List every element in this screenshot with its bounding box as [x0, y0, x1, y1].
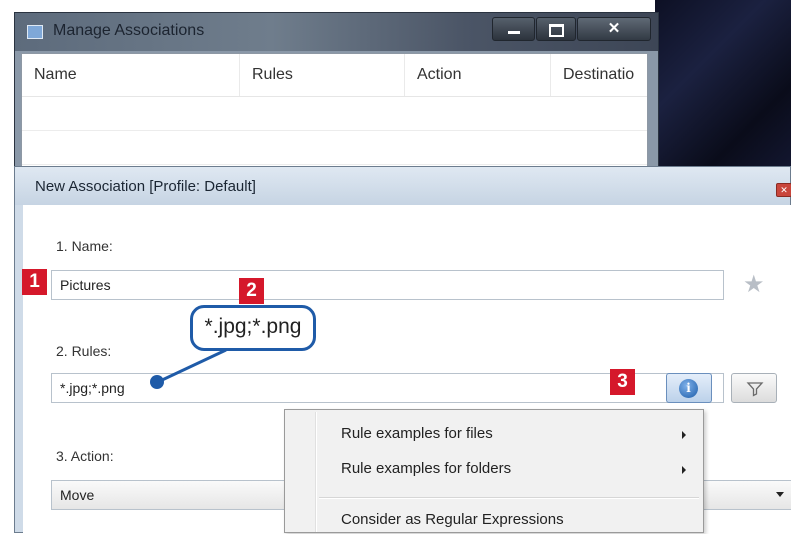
close-button[interactable]: ✕: [577, 17, 651, 41]
name-label: 1. Name:: [56, 238, 113, 254]
dialog-titlebar[interactable]: New Association [Profile: Default] ✕: [15, 167, 791, 205]
window-title: Manage Associations: [53, 22, 205, 39]
callout-marker-2: 2: [239, 278, 264, 304]
minimize-button[interactable]: [492, 17, 535, 41]
menu-gutter: [315, 412, 317, 532]
submenu-arrow-icon: [682, 431, 686, 439]
column-header-name[interactable]: Name: [22, 54, 240, 96]
column-header-destination[interactable]: Destinatio: [551, 54, 649, 96]
filter-button[interactable]: [731, 373, 777, 403]
rule-examples-menu: Rule examples for files Rule examples fo…: [284, 409, 704, 533]
callout-bubble: *.jpg;*.png: [190, 305, 316, 351]
menu-item-rule-examples-folders[interactable]: Rule examples for folders: [341, 460, 511, 477]
column-header-action[interactable]: Action: [405, 54, 551, 96]
app-icon: [27, 25, 43, 39]
list-header: Name Rules Action Destinatio: [22, 54, 647, 97]
close-icon: ✕: [780, 185, 788, 195]
menu-item-rule-examples-files[interactable]: Rule examples for files: [341, 425, 493, 442]
star-icon[interactable]: ★: [743, 273, 765, 297]
dialog-title: New Association [Profile: Default]: [35, 178, 256, 195]
dialog-close-button[interactable]: ✕: [776, 183, 791, 197]
callout-marker-1: 1: [22, 269, 47, 295]
action-select-value: Move: [60, 487, 95, 503]
list-row[interactable]: [22, 131, 647, 165]
chevron-down-icon: [776, 492, 784, 497]
rule-info-button[interactable]: i: [666, 373, 712, 403]
manage-associations-titlebar[interactable]: Manage Associations ✕: [15, 13, 658, 51]
close-icon: ✕: [607, 20, 621, 37]
action-label: 3. Action:: [56, 448, 114, 464]
column-header-rules[interactable]: Rules: [240, 54, 405, 96]
filter-icon: [746, 382, 764, 397]
info-icon: i: [679, 379, 698, 398]
callout-marker-3: 3: [610, 369, 635, 395]
name-input[interactable]: Pictures: [51, 270, 724, 300]
menu-item-regular-expressions[interactable]: Consider as Regular Expressions: [341, 511, 564, 528]
desktop-background: [655, 0, 791, 180]
minimize-icon: [507, 31, 520, 34]
rules-label: 2. Rules:: [56, 343, 112, 359]
list-row[interactable]: [22, 97, 647, 131]
submenu-arrow-icon: [682, 466, 686, 474]
maximize-button[interactable]: [536, 17, 576, 41]
menu-separator: [319, 497, 699, 499]
maximize-icon: [548, 24, 564, 37]
